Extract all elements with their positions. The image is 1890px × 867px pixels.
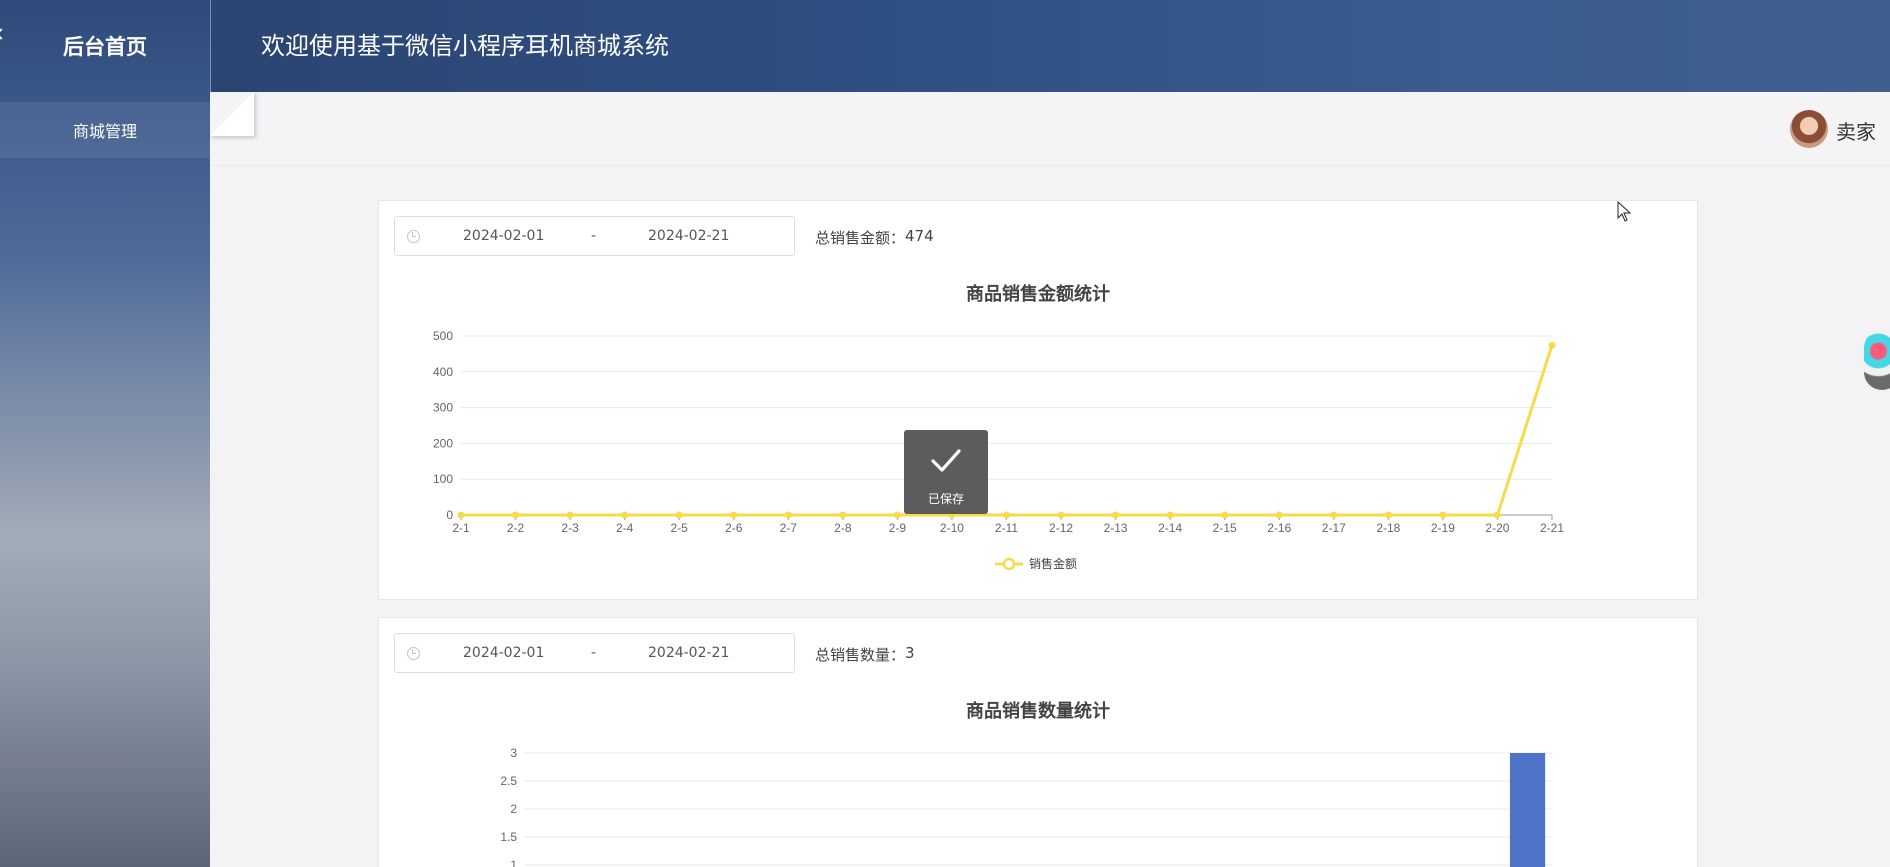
toast-text: 已保存 xyxy=(927,492,964,506)
y-tick-label: 3 xyxy=(510,746,517,760)
x-tick-label: 2-18 xyxy=(1376,521,1400,535)
data-point xyxy=(1166,511,1174,519)
y-tick-label: 200 xyxy=(433,436,453,450)
floating-assistant-icon[interactable] xyxy=(1864,330,1890,390)
mouse-cursor-icon xyxy=(1617,201,1632,222)
y-tick-label: 400 xyxy=(433,365,453,379)
data-point xyxy=(621,511,629,519)
sub-toolbar: 卖家 xyxy=(210,92,1890,166)
data-point xyxy=(1057,511,1065,519)
legend-marker xyxy=(1002,557,1016,571)
x-tick-label: 2-16 xyxy=(1267,521,1291,535)
x-tick-label: 2-21 xyxy=(1540,521,1564,535)
x-tick-label: 2-11 xyxy=(995,521,1018,535)
x-tick-label: 2-5 xyxy=(671,521,689,535)
data-point xyxy=(1275,511,1283,519)
y-tick-label: 300 xyxy=(433,401,453,415)
sidebar: 后台首页 商城管理 xyxy=(0,0,210,867)
data-point xyxy=(1003,511,1010,519)
saved-toast: 已保存 xyxy=(904,430,988,514)
x-tick-label: 2-4 xyxy=(616,521,634,535)
data-point xyxy=(457,511,465,519)
data-point xyxy=(730,511,738,519)
bar xyxy=(1509,753,1546,867)
sidebar-item-mall-management[interactable]: 商城管理 xyxy=(0,102,210,158)
x-tick-label: 2-8 xyxy=(834,521,852,535)
y-tick-label: 500 xyxy=(433,329,453,343)
data-point xyxy=(1439,511,1447,519)
data-point xyxy=(839,511,847,519)
user-avatar[interactable] xyxy=(1790,110,1828,148)
x-tick-label: 2-20 xyxy=(1485,521,1509,535)
data-point xyxy=(1112,511,1120,519)
y-tick-label: 2 xyxy=(510,802,517,816)
x-tick-label: 2-19 xyxy=(1431,521,1455,535)
sales-quantity-bar-chart: 3 2.5 2 1.5 1 xyxy=(500,746,1552,867)
y-tick-label: 0 xyxy=(446,508,453,522)
y-tick-label: 1 xyxy=(510,858,517,867)
x-tick-label: 2-2 xyxy=(507,521,525,535)
sales-amount-line-chart: 0 100 200 300 400 500 2-1 2-2 2-3 2-4 2-5 2-6 2-7 2-8… xyxy=(433,329,1564,571)
data-point xyxy=(784,511,792,519)
x-tick-label: 2-14 xyxy=(1158,521,1182,535)
data-point xyxy=(1548,341,1556,349)
x-tick-label: 2-15 xyxy=(1213,521,1237,535)
data-point xyxy=(566,511,574,519)
data-point xyxy=(512,511,520,519)
y-tick-label: 100 xyxy=(433,472,453,486)
sidebar-toggle-icon[interactable] xyxy=(210,92,254,136)
user-name[interactable]: 卖家 xyxy=(1836,116,1876,145)
sales-quantity-card: 2024-02-01 - 2024-02-21 总销售数量： 3 商品销售数量统… xyxy=(378,617,1698,867)
data-point xyxy=(675,511,683,519)
x-tick-label: 2-6 xyxy=(725,521,743,535)
legend-label: 销售金额 xyxy=(1029,556,1077,571)
y-tick-label: 1.5 xyxy=(500,830,517,844)
x-tick-label: 2-10 xyxy=(940,521,964,535)
data-point xyxy=(1384,511,1392,519)
x-tick-label: 2-7 xyxy=(780,521,798,535)
x-tick-label: 2-17 xyxy=(1322,521,1346,535)
check-icon xyxy=(931,449,961,472)
data-point xyxy=(893,511,901,519)
x-tick-label: 2-3 xyxy=(561,521,579,535)
x-tick-label: 2-12 xyxy=(1049,521,1073,535)
data-point xyxy=(1330,511,1338,519)
series-line xyxy=(461,344,1554,517)
sidebar-title[interactable]: 后台首页 xyxy=(0,0,210,92)
y-tick-label: 2.5 xyxy=(500,774,517,788)
x-tick-label: 2-1 xyxy=(452,521,470,535)
x-tick-label: 2-13 xyxy=(1104,521,1128,535)
data-point xyxy=(1493,511,1501,519)
data-point xyxy=(1221,511,1229,519)
top-header: 欢迎使用基于微信小程序耳机商城系统 xyxy=(210,0,1890,92)
x-tick-label: 2-9 xyxy=(889,521,907,535)
sales-amount-card: 2024-02-01 - 2024-02-21 总销售金额： 474 商品销售金… xyxy=(378,200,1698,600)
page-title: 欢迎使用基于微信小程序耳机商城系统 xyxy=(261,32,669,60)
